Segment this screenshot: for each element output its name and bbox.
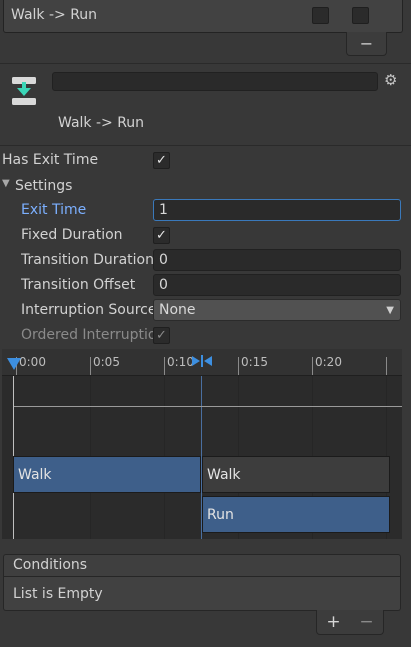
ruler-tick — [386, 357, 387, 375]
divider — [0, 145, 411, 146]
ruler-tick — [90, 357, 91, 375]
interruption-source-dropdown[interactable]: None ▼ — [153, 299, 401, 321]
remove-condition-button[interactable]: − — [359, 612, 373, 632]
transition-icon — [10, 76, 38, 106]
has-exit-time-checkbox[interactable]: ✓ — [153, 152, 170, 169]
ordered-interruption-checkbox: ✓ — [153, 327, 170, 344]
conditions-list: List is Empty — [3, 577, 401, 611]
transition-duration-label: Transition Duration — [21, 252, 153, 268]
source-state-bar-continued[interactable]: Walk — [202, 456, 390, 493]
has-exit-time-label: Has Exit Time — [2, 152, 99, 168]
conditions-title: Conditions — [13, 557, 88, 573]
interruption-source-label: Interruption Source — [21, 302, 153, 318]
conditions-footer: + − — [316, 610, 384, 635]
transition-list-item[interactable]: Walk -> Run — [11, 7, 97, 23]
tick-label: 0:00 — [19, 355, 46, 369]
tick-label: 0:20 — [315, 355, 342, 369]
transition-duration-field[interactable]: 0 — [153, 249, 401, 271]
divider — [0, 63, 411, 64]
remove-transition-button[interactable]: − — [346, 32, 387, 56]
tick-label: 0:05 — [93, 355, 120, 369]
transition-name-field[interactable] — [52, 72, 378, 91]
source-state-bar[interactable]: Walk — [13, 456, 201, 493]
destination-state-bar[interactable]: Run — [202, 496, 390, 533]
conditions-header: Conditions — [3, 554, 401, 577]
exit-time-field[interactable]: 1 — [153, 199, 401, 221]
playhead-marker-icon[interactable] — [6, 358, 22, 376]
tick-label: 0:15 — [241, 355, 268, 369]
ruler-tick — [238, 357, 239, 375]
transition-timeline[interactable]: 0:00 0:05 0:10 0:15 0:20 Walk Walk Run — [2, 349, 402, 539]
conditions-empty-text: List is Empty — [13, 586, 103, 602]
fixed-duration-label: Fixed Duration — [21, 227, 123, 243]
ordered-interruption-label: Ordered Interruption — [21, 327, 153, 343]
transition-offset-label: Transition Offset — [21, 277, 136, 293]
transition-range-handle-icon[interactable] — [191, 354, 213, 372]
ruler-tick — [164, 357, 165, 375]
solo-checkbox[interactable] — [312, 7, 329, 24]
interruption-source-value: None — [159, 302, 196, 318]
inspector-title: Walk -> Run — [58, 115, 145, 131]
fixed-duration-checkbox[interactable]: ✓ — [153, 227, 170, 244]
tick-label: 0:10 — [167, 355, 194, 369]
ruler-tick — [312, 357, 313, 375]
transition-offset-field[interactable]: 0 — [153, 274, 401, 296]
mute-checkbox[interactable] — [352, 7, 369, 24]
exit-time-label: Exit Time — [21, 202, 87, 218]
weight-curve — [14, 406, 402, 407]
foldout-arrow-icon[interactable]: ▼ — [2, 178, 10, 189]
add-condition-button[interactable]: + — [326, 612, 340, 632]
gear-icon[interactable]: ⚙ — [384, 71, 397, 89]
settings-foldout[interactable]: Settings — [15, 178, 72, 194]
chevron-down-icon: ▼ — [386, 305, 394, 316]
